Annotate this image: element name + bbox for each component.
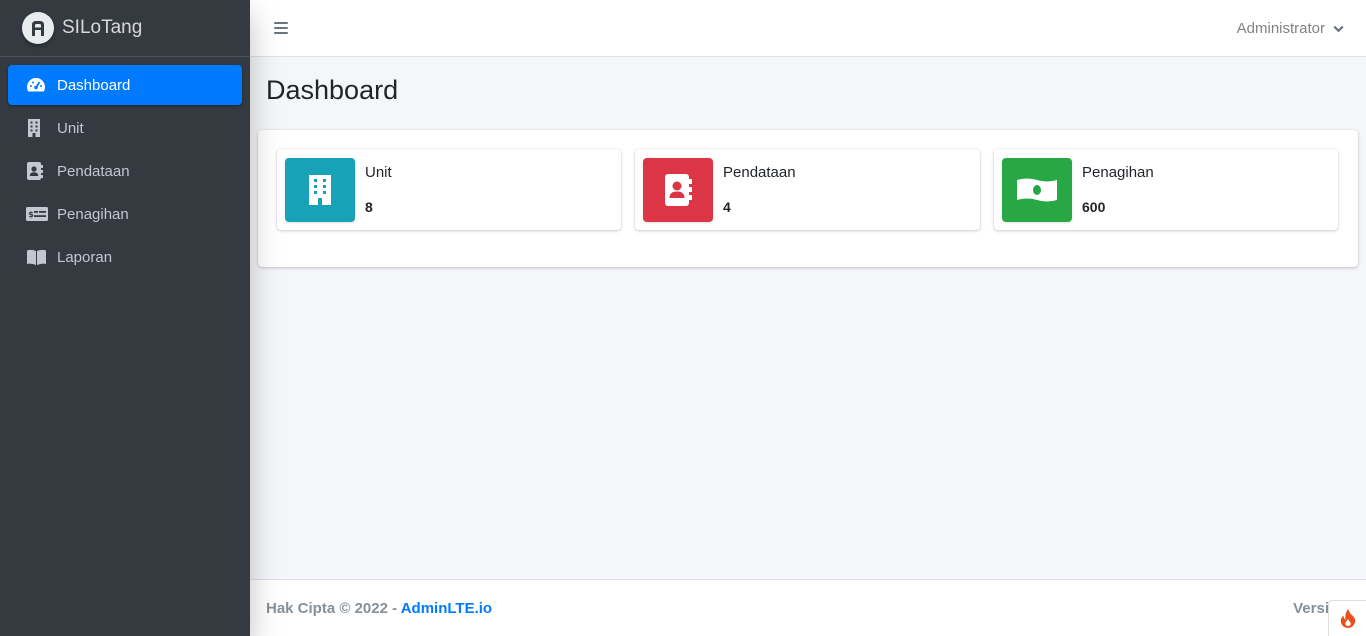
main-sidebar: SILoTang Dashboard Unit Pendataan $ Pena… [0,0,250,636]
hamburger-icon[interactable] [274,22,288,34]
brand-logo-icon [22,12,54,44]
chevron-down-icon [1333,20,1344,37]
sidebar-item-label: Penagihan [57,205,129,223]
svg-text:$: $ [28,210,34,219]
sidebar-item-label: Pendataan [57,162,130,180]
address-book-icon [643,157,713,222]
sidebar-item-pendataan[interactable]: Pendataan [8,151,242,191]
tachometer-icon [26,75,50,95]
dashboard-card: Unit 8 Pendataan 4 Penagihan 600 [258,130,1358,267]
address-book-icon [26,161,50,181]
info-box-label: Penagihan [1082,164,1154,181]
main-footer: Hak Cipta © 2022 - AdminLTE.io Versi [250,579,1366,636]
sidebar-item-unit[interactable]: Unit [8,108,242,148]
info-box-label: Pendataan [723,164,796,181]
building-icon [285,157,355,222]
sidebar-item-laporan[interactable]: Laporan [8,237,242,277]
building-icon [26,118,50,138]
info-box-value: 600 [1082,199,1106,215]
top-navbar: Administrator [250,0,1366,57]
info-box-value: 8 [365,199,373,215]
sidebar-item-label: Unit [57,119,84,137]
book-open-icon [26,247,50,267]
brand-link[interactable]: SILoTang [0,0,250,57]
money-bill-icon [1002,157,1072,222]
content-wrapper: Dashboard Unit 8 Pendataan 4 Penagihan 6… [250,57,1366,579]
copyright-text: Hak Cipta © 2022 - [266,599,401,617]
info-box-pendataan[interactable]: Pendataan 4 [635,149,980,230]
sidebar-item-label: Laporan [57,248,113,266]
user-dropdown[interactable]: Administrator [1237,20,1344,37]
footer-version: Versi [1293,599,1329,617]
brand-name: SILoTang [62,17,143,38]
info-box-unit[interactable]: Unit 8 [277,149,621,230]
sidebar-nav: Dashboard Unit Pendataan $ Penagihan Lap… [0,57,250,277]
page-title: Dashboard [266,75,399,105]
user-name: Administrator [1236,19,1325,37]
money-check-icon: $ [26,204,50,224]
info-box-penagihan[interactable]: Penagihan 600 [994,149,1338,230]
footer-copyright: Hak Cipta © 2022 - AdminLTE.io [266,600,492,617]
sidebar-item-penagihan[interactable]: $ Penagihan [8,194,242,234]
sidebar-item-dashboard[interactable]: Dashboard [8,65,242,105]
fire-icon[interactable] [1328,600,1366,636]
info-box-value: 4 [723,199,731,215]
sidebar-item-label: Dashboard [57,76,131,94]
info-box-label: Unit [365,164,392,181]
adminlte-link[interactable]: AdminLTE.io [401,600,492,617]
